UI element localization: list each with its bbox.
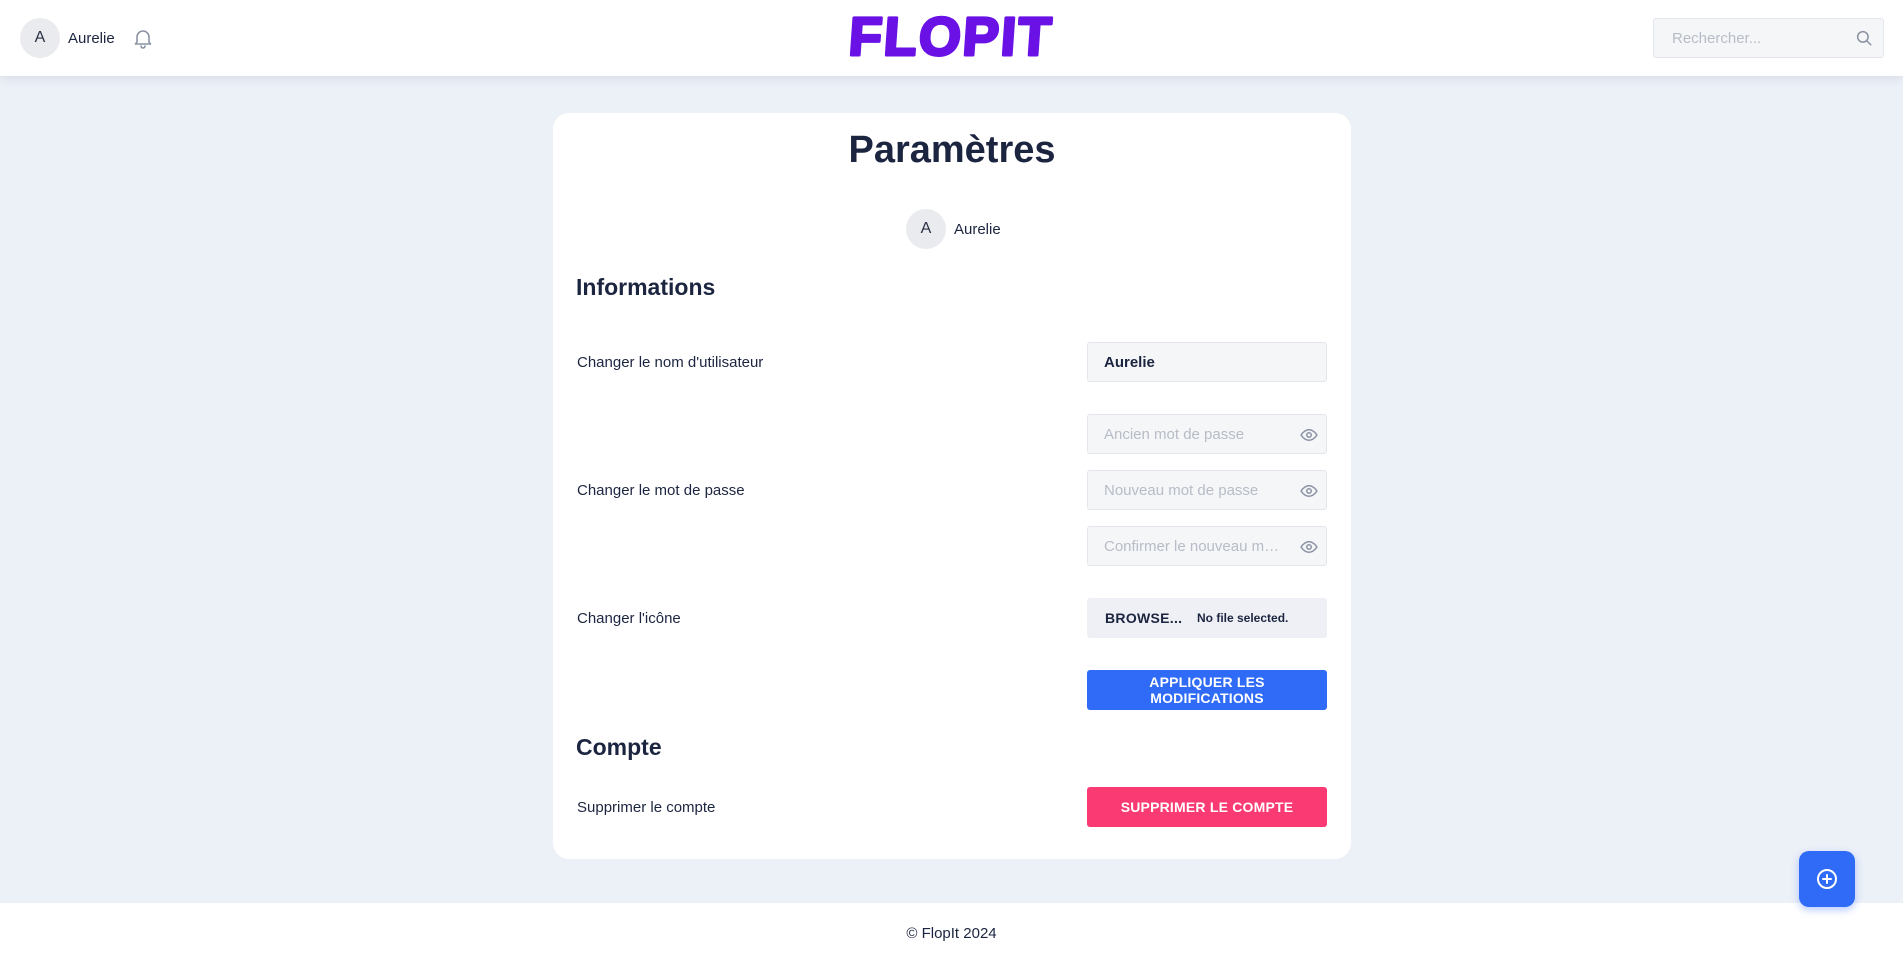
plus-circle-icon (1817, 869, 1837, 889)
header-user-menu[interactable]: A Aurelie (20, 18, 115, 58)
create-post-button[interactable] (1799, 851, 1855, 907)
bell-icon[interactable] (131, 26, 155, 50)
settings-username: Aurelie (954, 220, 1001, 238)
new-password-input[interactable] (1088, 471, 1288, 509)
search-icon[interactable] (1855, 29, 1873, 47)
old-password-input[interactable] (1088, 415, 1288, 453)
top-bar: A Aurelie FLOPIT (0, 0, 1903, 76)
page-title: Paramètres (848, 129, 1056, 171)
username-label: Changer le nom d'utilisateur (577, 354, 764, 371)
icon-file-input[interactable]: BROWSE... No file selected. (1087, 598, 1327, 638)
avatar[interactable]: A (20, 18, 60, 58)
section-title-account: Compte (576, 734, 662, 760)
eye-icon[interactable] (1300, 482, 1318, 500)
eye-icon[interactable] (1300, 538, 1318, 556)
delete-account-label: Supprimer le compte (577, 799, 716, 816)
footer: © FlopIt 2024 (0, 903, 1903, 955)
svg-text:FLOPIT: FLOPIT (847, 8, 1055, 66)
avatar: A (906, 209, 946, 249)
footer-copyright: © FlopIt 2024 (906, 925, 997, 942)
username-input[interactable] (1088, 343, 1288, 381)
flopit-logo[interactable]: FLOPIT (828, 6, 1078, 69)
username-field[interactable] (1087, 342, 1327, 382)
browse-button[interactable]: BROWSE... (1105, 610, 1183, 626)
search-input[interactable] (1670, 19, 1850, 57)
settings-card: Paramètres A Aurelie Informations Change… (553, 113, 1351, 859)
delete-account-button[interactable]: SUPPRIMER LE COMPTE (1087, 787, 1327, 827)
confirm-password-input[interactable] (1088, 527, 1288, 565)
section-title-informations: Informations (576, 274, 716, 300)
confirm-password-field[interactable] (1087, 526, 1327, 566)
apply-changes-button[interactable]: APPLIQUER LES MODIFICATIONS (1087, 670, 1327, 710)
search-box[interactable] (1653, 18, 1884, 58)
header-username[interactable]: Aurelie (68, 30, 115, 47)
settings-user: A Aurelie (906, 209, 1001, 249)
new-password-field[interactable] (1087, 470, 1327, 510)
icon-label: Changer l'icône (577, 610, 681, 627)
password-label: Changer le mot de passe (577, 482, 745, 499)
file-status: No file selected. (1197, 611, 1289, 625)
eye-icon[interactable] (1300, 426, 1318, 444)
old-password-field[interactable] (1087, 414, 1327, 454)
